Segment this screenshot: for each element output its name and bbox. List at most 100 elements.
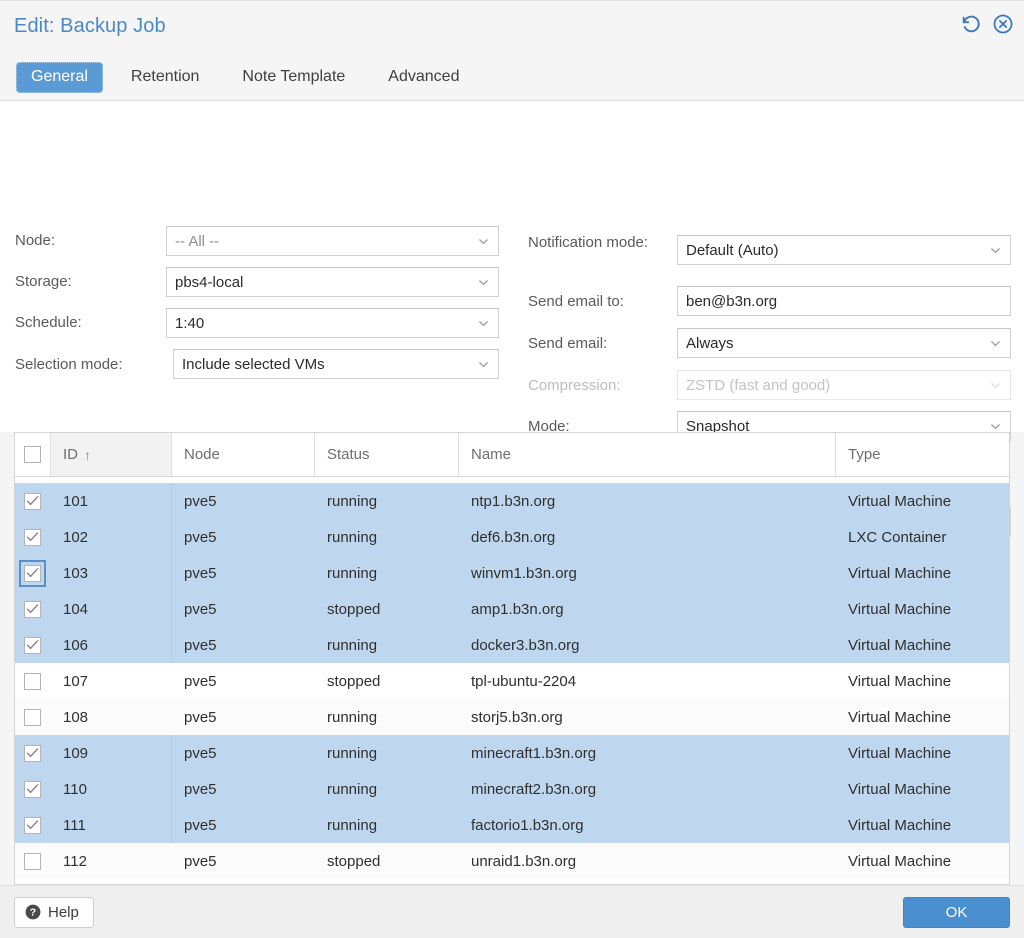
table-row[interactable]: 106pve5runningdocker3.b3n.orgVirtual Mac… <box>15 627 1009 663</box>
storage-select[interactable]: pbs4-local <box>166 267 499 297</box>
notification-mode-select[interactable]: Default (Auto) <box>677 235 1011 265</box>
row-checkbox[interactable] <box>24 853 41 870</box>
cell-node: pve5 <box>172 483 315 519</box>
table-row[interactable]: 104pve5stoppedamp1.b3n.orgVirtual Machin… <box>15 591 1009 627</box>
cell-type: Virtual Machine <box>836 807 1008 843</box>
schedule-value: 1:40 <box>175 315 471 332</box>
chevron-down-icon <box>989 244 1002 257</box>
row-checkbox[interactable] <box>24 529 41 546</box>
cell-node: pve5 <box>172 807 315 843</box>
row-checkbox[interactable] <box>24 709 41 726</box>
reset-icon[interactable] <box>960 13 982 35</box>
cell-name: docker3.b3n.org <box>459 627 836 663</box>
row-checkbox-cell[interactable] <box>15 843 51 879</box>
row-checkbox-cell[interactable] <box>15 591 51 627</box>
table-row[interactable]: 101pve5runningntp1.b3n.orgVirtual Machin… <box>15 483 1009 519</box>
cell-name: unraid1.b3n.org <box>459 843 836 879</box>
row-checkbox-cell[interactable] <box>15 771 51 807</box>
close-icon[interactable] <box>992 13 1014 35</box>
cell-type: Virtual Machine <box>836 843 1008 879</box>
storage-label: Storage: <box>15 273 72 290</box>
cell-name: tpl-ubuntu-2204 <box>459 663 836 699</box>
dialog-title: Edit: Backup Job <box>14 15 166 38</box>
cell-status: running <box>315 699 459 735</box>
row-checkbox-cell[interactable] <box>15 555 51 591</box>
grid-header-name[interactable]: Name <box>459 433 836 476</box>
selection-mode-label: Selection mode: <box>15 356 123 373</box>
tab-general[interactable]: General <box>16 62 103 93</box>
cell-status: stopped <box>315 663 459 699</box>
table-row[interactable]: 103pve5runningwinvm1.b3n.orgVirtual Mach… <box>15 555 1009 591</box>
table-row[interactable]: 109pve5runningminecraft1.b3n.orgVirtual … <box>15 735 1009 771</box>
cell-type: Virtual Machine <box>836 663 1008 699</box>
row-checkbox-cell[interactable] <box>15 735 51 771</box>
row-checkbox[interactable] <box>24 565 41 582</box>
grid-header-id-label: ID <box>63 446 78 463</box>
select-all-checkbox[interactable] <box>24 446 41 463</box>
table-row[interactable]: 112pve5stoppedunraid1.b3n.orgVirtual Mac… <box>15 843 1009 879</box>
row-checkbox[interactable] <box>24 745 41 762</box>
dialog-footer: ? Help OK <box>0 885 1024 938</box>
chevron-down-icon <box>477 276 490 289</box>
grid-header-id[interactable]: ID ↑ <box>51 433 172 476</box>
schedule-select[interactable]: 1:40 <box>166 308 499 338</box>
ok-button[interactable]: OK <box>903 897 1010 928</box>
notification-mode-label: Notification mode: <box>528 232 658 254</box>
table-row[interactable]: 111pve5runningfactorio1.b3n.orgVirtual M… <box>15 807 1009 843</box>
row-checkbox-cell[interactable] <box>15 627 51 663</box>
schedule-label: Schedule: <box>15 314 82 331</box>
cell-id: 108 <box>51 699 172 735</box>
row-checkbox[interactable] <box>24 817 41 834</box>
grid-header-node[interactable]: Node <box>172 433 315 476</box>
compression-value: ZSTD (fast and good) <box>686 377 983 394</box>
cell-type: Virtual Machine <box>836 591 1008 627</box>
cell-name: minecraft1.b3n.org <box>459 735 836 771</box>
selection-mode-select[interactable]: Include selected VMs <box>173 349 499 379</box>
table-row[interactable]: 110pve5runningminecraft2.b3n.orgVirtual … <box>15 771 1009 807</box>
cell-status: running <box>315 771 459 807</box>
cell-name: storj5.b3n.org <box>459 699 836 735</box>
cell-id: 103 <box>51 555 172 591</box>
cell-status: running <box>315 735 459 771</box>
node-select[interactable]: -- All -- <box>166 226 499 256</box>
row-checkbox-cell[interactable] <box>15 807 51 843</box>
cell-node: pve5 <box>172 663 315 699</box>
row-checkbox-cell[interactable] <box>15 663 51 699</box>
row-checkbox-cell[interactable] <box>15 699 51 735</box>
row-checkbox[interactable] <box>24 637 41 654</box>
cell-type: Virtual Machine <box>836 771 1008 807</box>
grid-header-select-all[interactable] <box>15 433 51 476</box>
tab-retention[interactable]: Retention <box>116 62 215 93</box>
row-checkbox-cell[interactable] <box>15 483 51 519</box>
cell-name: amp1.b3n.org <box>459 591 836 627</box>
table-row[interactable]: 108pve5runningstorj5.b3n.orgVirtual Mach… <box>15 699 1009 735</box>
row-checkbox-cell[interactable] <box>15 519 51 555</box>
help-button[interactable]: ? Help <box>14 897 94 928</box>
grid-header-status[interactable]: Status <box>315 433 459 476</box>
table-row[interactable]: 107pve5stoppedtpl-ubuntu-2204Virtual Mac… <box>15 663 1009 699</box>
tab-advanced[interactable]: Advanced <box>373 62 474 93</box>
dialog-titlebar: Edit: Backup Job <box>0 0 1024 54</box>
row-checkbox[interactable] <box>24 673 41 690</box>
tab-note-template[interactable]: Note Template <box>227 62 360 93</box>
cell-node: pve5 <box>172 519 315 555</box>
cell-id: 104 <box>51 591 172 627</box>
send-email-select[interactable]: Always <box>677 328 1011 358</box>
cell-name: factorio1.b3n.org <box>459 807 836 843</box>
send-email-to-label: Send email to: <box>528 293 624 310</box>
compression-label: Compression: <box>528 377 621 394</box>
send-email-value: Always <box>686 335 983 352</box>
chevron-down-icon <box>989 337 1002 350</box>
chevron-down-icon <box>477 317 490 330</box>
cell-type: Virtual Machine <box>836 735 1008 771</box>
grid-body[interactable]: 100pve5stoppedabc1.b3n.orgVirtual Machin… <box>15 477 1009 884</box>
row-checkbox[interactable] <box>24 493 41 510</box>
help-button-label: Help <box>48 904 79 921</box>
cell-status: running <box>315 519 459 555</box>
send-email-to-input[interactable]: ben@b3n.org <box>677 286 1011 316</box>
row-checkbox[interactable] <box>24 601 41 618</box>
grid-header-type[interactable]: Type <box>836 433 1008 476</box>
compression-select: ZSTD (fast and good) <box>677 370 1011 400</box>
table-row[interactable]: 102pve5runningdef6.b3n.orgLXC Container <box>15 519 1009 555</box>
row-checkbox[interactable] <box>24 781 41 798</box>
